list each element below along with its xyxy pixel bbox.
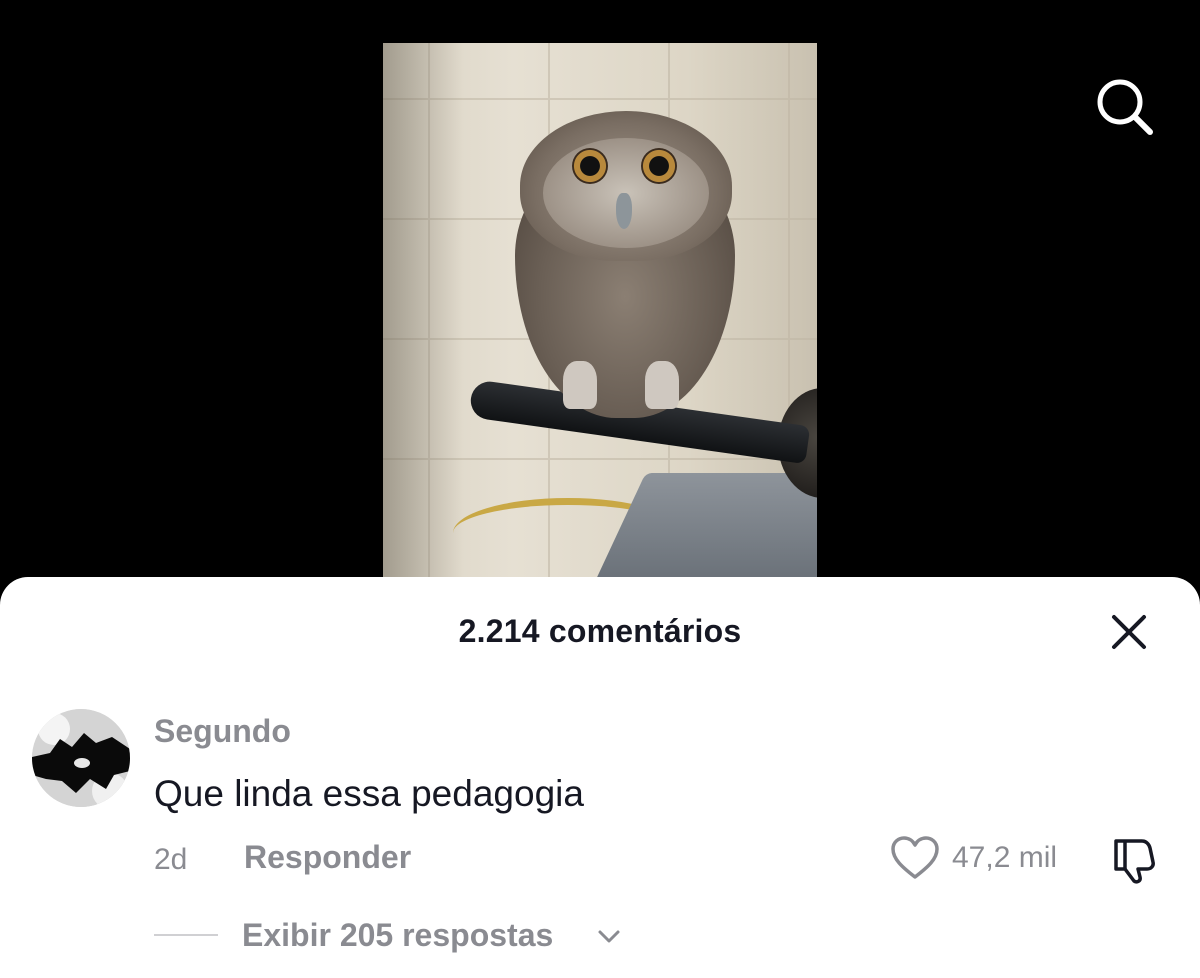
view-replies-button[interactable]: Exibir 205 respostas xyxy=(242,917,553,954)
comment-username[interactable]: Segundo xyxy=(154,713,291,750)
owl-talon-right xyxy=(645,361,679,409)
close-icon xyxy=(1112,615,1146,649)
comment-time: 2d xyxy=(154,843,188,876)
search-button[interactable] xyxy=(1092,74,1156,138)
comments-count-title: 2.214 comentários xyxy=(458,613,742,649)
comment-text: Que linda essa pedagogia xyxy=(154,773,584,814)
replies-divider xyxy=(154,934,218,936)
owl-eye-left xyxy=(572,148,608,184)
like-button[interactable] xyxy=(890,835,940,881)
like-count: 47,2 mil xyxy=(952,841,1058,874)
owl-beak xyxy=(616,193,632,229)
dislike-button[interactable] xyxy=(1108,835,1158,885)
close-button[interactable] xyxy=(1108,611,1150,653)
owl-eye-right xyxy=(641,148,677,184)
wall-shadow xyxy=(383,43,463,583)
video-frame-owl-image[interactable] xyxy=(383,43,817,583)
chevron-down-icon[interactable] xyxy=(596,925,622,947)
video-player[interactable] xyxy=(0,0,1200,600)
avatar[interactable] xyxy=(32,709,130,807)
thumbs-down-icon xyxy=(1114,839,1155,884)
comments-sheet: 2.214 comentários Segundo Que linda essa… xyxy=(0,577,1200,978)
reply-button[interactable]: Responder xyxy=(244,839,411,876)
avatar-image xyxy=(32,709,130,807)
owl-talon-left xyxy=(563,361,597,409)
search-icon xyxy=(1097,79,1153,135)
heart-icon xyxy=(891,836,939,879)
